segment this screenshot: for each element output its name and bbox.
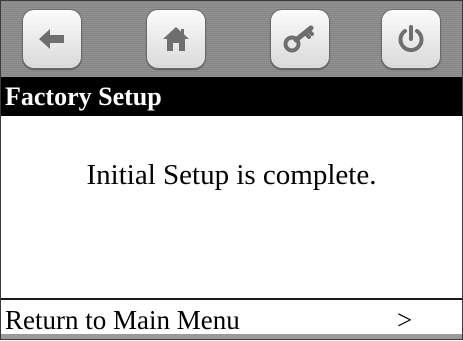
home-button[interactable]: [146, 9, 206, 69]
page-title: Factory Setup: [1, 77, 462, 116]
key-button[interactable]: [270, 9, 330, 69]
return-to-main-menu-label: Return to Main Menu: [5, 305, 240, 335]
top-toolbar: [1, 1, 462, 77]
back-arrow-icon: [37, 26, 67, 52]
power-icon: [396, 24, 426, 54]
power-button[interactable]: [381, 9, 441, 69]
home-icon: [161, 25, 191, 53]
status-message: Initial Setup is complete.: [86, 159, 377, 191]
chevron-right-icon: >: [397, 305, 413, 335]
key-icon: [283, 24, 317, 54]
device-screen: Factory Setup Initial Setup is complete.…: [0, 0, 463, 340]
back-button[interactable]: [22, 9, 82, 69]
bottom-divider: [1, 334, 462, 339]
return-to-main-menu-item[interactable]: Return to Main Menu >: [1, 298, 462, 335]
